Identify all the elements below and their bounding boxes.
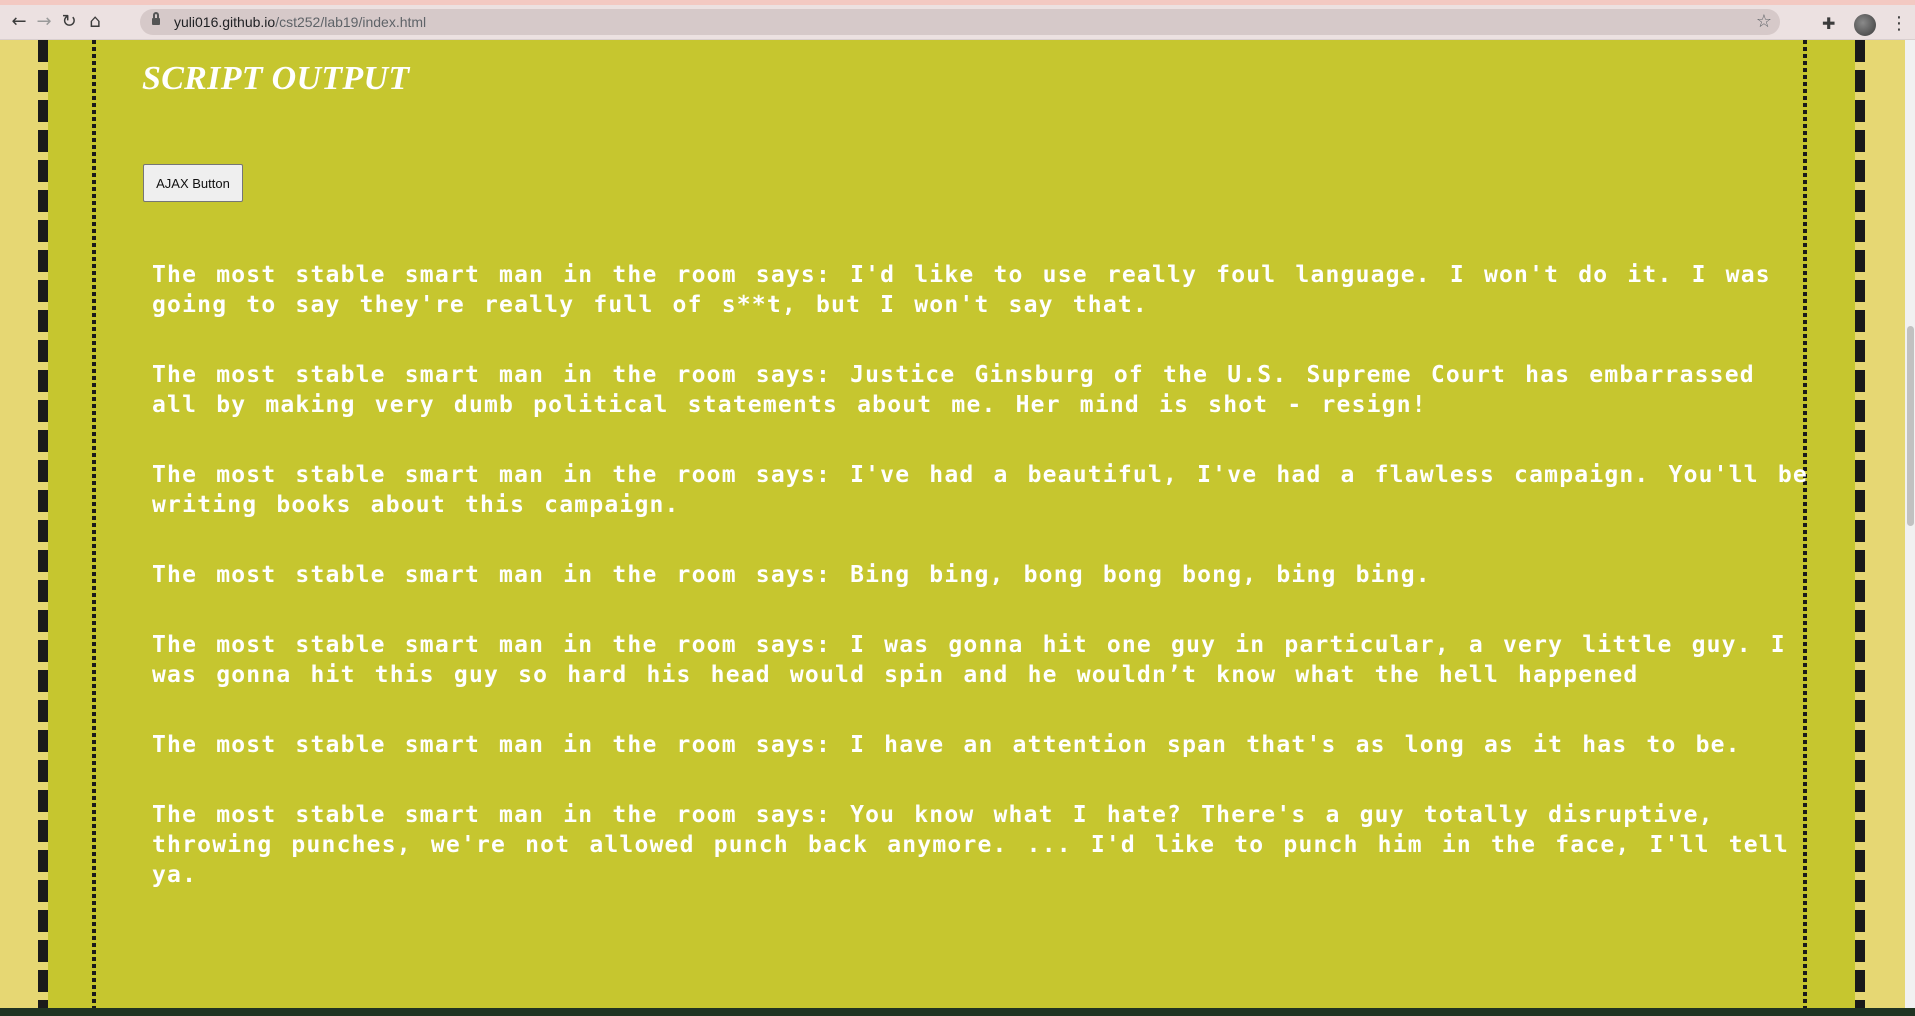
page-title: SCRIPT OUTPUT [142,60,410,97]
quote-item: The most stable smart man in the room sa… [152,462,1808,518]
quote-item: The most stable smart man in the room sa… [152,732,1741,758]
extensions-puzzle-icon[interactable]: ✚ [1822,14,1835,34]
url-host: yuli016.github.io [174,14,276,30]
lock-icon [152,12,160,25]
url-path: /cst252/lab19/index.html [275,14,427,30]
bookmark-star-icon[interactable]: ☆ [1756,11,1772,33]
quote-item: The most stable smart man in the room sa… [152,562,1431,588]
profile-avatar[interactable] [1854,14,1876,36]
quote-item: The most stable smart man in the room sa… [152,362,1755,418]
right-dashed-border [1855,40,1865,1008]
scrollbar-thumb[interactable] [1907,326,1914,526]
address-bar[interactable]: yuli016.github.io/cst252/lab19/index.htm… [140,9,1780,35]
quote-item: The most stable smart man in the room sa… [152,632,1786,688]
page-viewport: SCRIPT OUTPUT AJAX Button The most stabl… [0,40,1905,1008]
browser-toolbar: ← → ↻ ⌂ yuli016.github.io/cst252/lab19/i… [0,5,1915,40]
quote-item: The most stable smart man in the room sa… [152,262,1771,318]
left-dashed-border [38,40,48,1008]
browser-menu-icon[interactable]: ⋮ [1890,13,1908,35]
ajax-button[interactable]: AJAX Button [143,164,243,202]
home-icon[interactable]: ⌂ [84,11,106,33]
script-output: The most stable smart man in the room sa… [152,260,1812,930]
quote-item: The most stable smart man in the room sa… [152,802,1789,888]
forward-arrow-icon[interactable]: → [33,11,55,33]
left-dotted-border [92,40,96,1008]
url-text: yuli016.github.io/cst252/lab19/index.htm… [174,9,426,35]
content-panel: SCRIPT OUTPUT AJAX Button The most stabl… [48,40,1855,1008]
back-arrow-icon[interactable]: ← [8,11,30,33]
page-scrollbar[interactable] [1905,40,1915,1008]
reload-icon[interactable]: ↻ [58,11,80,33]
taskbar [0,1008,1915,1016]
